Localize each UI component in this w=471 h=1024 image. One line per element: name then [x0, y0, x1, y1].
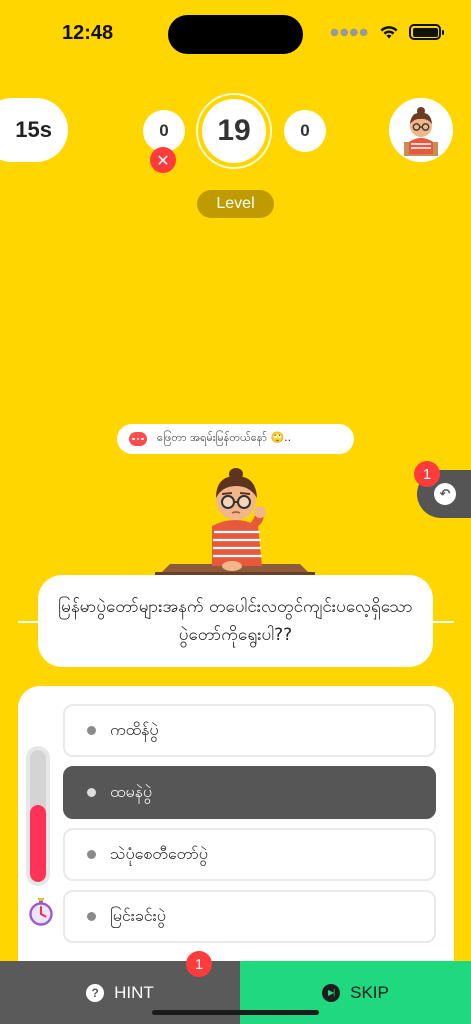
option-2-selected[interactable]: ထမနဲပွဲ	[63, 766, 436, 819]
stopwatch-icon	[29, 897, 53, 926]
hint-label: HINT	[114, 982, 154, 1002]
option-3[interactable]: သဲပုံစေတီတော်ပွဲ	[63, 828, 436, 881]
signal-icon: ●●●●	[330, 26, 369, 38]
character-avatar-icon	[389, 98, 453, 162]
score-left: 0	[143, 110, 185, 152]
time-progress-bar	[26, 746, 50, 886]
chat-bubble-icon	[129, 432, 147, 446]
home-indicator	[152, 1010, 319, 1015]
speech-bubble: ဖြေတာ အရမ်းမြန်တယ်နော် 🙄..	[117, 424, 354, 454]
undo-icon: ↶	[434, 483, 456, 505]
hint-count-badge: 1	[186, 951, 212, 977]
question-number: 19	[202, 99, 266, 163]
question-mark-icon: ?	[86, 983, 105, 1002]
dynamic-island	[168, 15, 303, 54]
timer-pill: 15s	[0, 98, 68, 162]
option-label: မြင်းခင်းပွဲ	[110, 905, 166, 925]
question-text: မြန်မာပွဲတော်များအနက် တပေါင်းလတွင်ကျင်းပ…	[58, 597, 413, 645]
battery-icon	[409, 24, 444, 40]
skip-label: SKIP	[350, 982, 389, 1002]
option-label: ကထိန်ပွဲ	[110, 719, 159, 739]
option-label: သဲပုံစေတီတော်ပွဲ	[110, 843, 208, 863]
thinking-character-illustration	[155, 468, 315, 586]
question-counter: 19	[196, 93, 272, 169]
time-progress-fill	[30, 805, 46, 882]
status-icons: ●●●●	[330, 24, 444, 40]
option-label: ထမနဲပွဲ	[110, 781, 153, 801]
skip-forward-icon: ▶|	[322, 983, 341, 1002]
undo-count-badge: 1	[414, 461, 440, 487]
option-4[interactable]: မြင်းခင်းပွဲ	[63, 890, 436, 943]
status-bar: 12:48 ●●●●	[0, 0, 471, 66]
bullet-icon	[87, 726, 96, 735]
bullet-icon	[87, 850, 96, 859]
wifi-icon	[380, 25, 398, 38]
status-time: 12:48	[62, 22, 114, 44]
bullet-icon	[87, 788, 96, 797]
score-right: 0	[284, 110, 326, 152]
timer-text: 15s	[15, 117, 52, 142]
avatar[interactable]	[389, 98, 453, 162]
question-card: မြန်မာပွဲတော်များအနက် တပေါင်းလတွင်ကျင်းပ…	[38, 575, 433, 667]
wrong-x-icon: ✕	[150, 147, 176, 173]
bullet-icon	[87, 912, 96, 921]
speech-text: ဖြေတာ အရမ်းမြန်တယ်နော် 🙄..	[157, 431, 292, 444]
level-pill: Level	[197, 190, 274, 218]
option-1[interactable]: ကထိန်ပွဲ	[63, 704, 436, 757]
